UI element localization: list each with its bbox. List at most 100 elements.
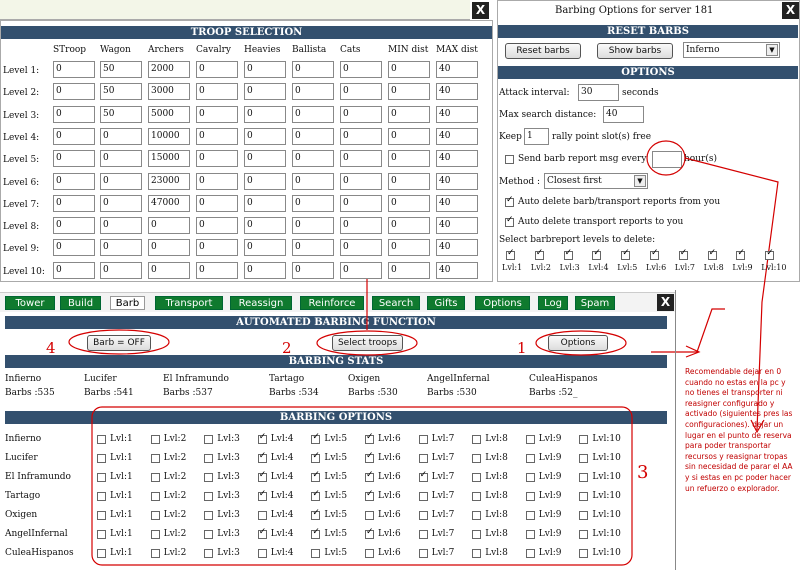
barb-level-checkbox[interactable]	[418, 511, 428, 520]
barb-level-checkbox[interactable]	[472, 473, 482, 482]
barb-level-checkbox[interactable]	[204, 454, 214, 463]
barb-level-checkbox[interactable]	[257, 470, 267, 482]
troop-input[interactable]: 40	[436, 194, 478, 212]
troop-input[interactable]: 0	[244, 172, 286, 190]
tab-reassign[interactable]: Reassign	[230, 296, 292, 310]
troop-input[interactable]: 0	[388, 150, 430, 168]
barb-level-checkbox[interactable]	[579, 492, 589, 501]
barb-level-checkbox[interactable]	[579, 435, 589, 444]
troop-input[interactable]: 0	[196, 61, 238, 78]
barb-level-checkbox[interactable]	[150, 492, 160, 501]
barb-level-checkbox[interactable]	[525, 549, 535, 558]
barb-level-checkbox[interactable]	[418, 549, 428, 558]
barb-level-checkbox[interactable]	[525, 435, 535, 444]
report-level-checkbox[interactable]	[621, 248, 631, 260]
troop-input[interactable]: 50	[100, 83, 142, 101]
barb-level-checkbox[interactable]	[525, 473, 535, 482]
troop-input[interactable]: 3000	[148, 83, 190, 101]
troop-input[interactable]: 0	[244, 261, 286, 279]
troop-input[interactable]: 0	[244, 194, 286, 212]
barb-level-checkbox[interactable]	[204, 530, 214, 539]
tab-options[interactable]: Options	[475, 296, 530, 310]
troop-input[interactable]: 0	[244, 127, 286, 145]
barb-level-checkbox[interactable]	[472, 492, 482, 501]
barb-level-checkbox[interactable]	[472, 549, 482, 558]
troop-input[interactable]: 40	[436, 172, 478, 190]
barb-level-checkbox[interactable]	[204, 549, 214, 558]
troop-input[interactable]: 50	[100, 61, 142, 78]
barb-level-checkbox[interactable]	[97, 473, 106, 482]
troop-input[interactable]: 0	[292, 261, 334, 279]
barb-level-checkbox[interactable]	[472, 530, 482, 539]
troop-input[interactable]: 0	[292, 150, 334, 168]
barb-level-checkbox[interactable]	[150, 511, 160, 520]
troop-input[interactable]: 0	[244, 239, 286, 257]
barb-level-checkbox[interactable]	[365, 470, 374, 482]
troop-input[interactable]: 0	[388, 83, 430, 101]
report-level-checkbox[interactable]	[592, 248, 602, 260]
troop-input[interactable]: 0	[340, 239, 382, 257]
troop-input[interactable]: 40	[436, 150, 478, 168]
troop-input[interactable]: 0	[340, 127, 382, 145]
report-level-checkbox[interactable]	[765, 248, 775, 260]
troop-input[interactable]: 5000	[148, 105, 190, 123]
barb-level-checkbox[interactable]	[257, 549, 267, 558]
tab-transport[interactable]: Transport	[155, 296, 223, 310]
troop-input[interactable]: 0	[340, 61, 382, 78]
troop-input[interactable]: 40	[436, 61, 478, 78]
tab-reinforce[interactable]: Reinforce	[300, 296, 364, 310]
troop-input[interactable]: 0	[148, 239, 190, 257]
troop-input[interactable]: 0	[196, 150, 238, 168]
troop-input[interactable]: 0	[148, 217, 190, 235]
troop-input[interactable]: 0	[53, 172, 95, 190]
barb-level-checkbox[interactable]	[365, 489, 374, 501]
tab-barb[interactable]: Barb	[110, 296, 145, 310]
report-level-checkbox[interactable]	[563, 248, 573, 260]
troop-input[interactable]: 0	[388, 172, 430, 190]
barb-level-checkbox[interactable]	[311, 508, 321, 520]
barb-level-checkbox[interactable]	[365, 527, 374, 539]
troop-input[interactable]: 0	[100, 239, 142, 257]
troop-input[interactable]: 0	[100, 172, 142, 190]
tab-spam[interactable]: Spam	[575, 296, 615, 310]
barb-level-checkbox[interactable]	[204, 473, 214, 482]
tab-gifts[interactable]: Gifts	[427, 296, 465, 310]
barb-level-checkbox[interactable]	[150, 473, 160, 482]
troop-input[interactable]: 0	[340, 172, 382, 190]
troop-input[interactable]: 0	[292, 61, 334, 78]
barb-level-checkbox[interactable]	[311, 451, 321, 463]
barb-level-checkbox[interactable]	[525, 454, 535, 463]
troop-input[interactable]: 0	[340, 105, 382, 123]
barb-level-checkbox[interactable]	[257, 511, 267, 520]
tab-build[interactable]: Build	[60, 296, 101, 310]
tab-log[interactable]: Log	[538, 296, 568, 310]
troop-input[interactable]: 0	[53, 150, 95, 168]
barb-level-checkbox[interactable]	[311, 549, 321, 558]
barb-level-checkbox[interactable]	[579, 511, 589, 520]
troop-input[interactable]: 2000	[148, 61, 190, 78]
barb-level-checkbox[interactable]	[525, 511, 535, 520]
barb-level-checkbox[interactable]	[365, 451, 374, 463]
troop-input[interactable]: 0	[53, 239, 95, 257]
troop-input[interactable]: 15000	[148, 150, 190, 168]
troop-input[interactable]: 0	[388, 261, 430, 279]
tab-tower[interactable]: Tower	[5, 296, 55, 310]
barb-level-checkbox[interactable]	[257, 527, 267, 539]
troop-input[interactable]: 0	[100, 217, 142, 235]
troop-input[interactable]: 0	[100, 150, 142, 168]
barb-level-checkbox[interactable]	[418, 492, 428, 501]
troop-input[interactable]: 0	[340, 217, 382, 235]
troop-input[interactable]: 0	[196, 105, 238, 123]
barb-level-checkbox[interactable]	[418, 470, 428, 482]
barb-level-checkbox[interactable]	[97, 549, 106, 558]
troop-input[interactable]: 0	[388, 127, 430, 145]
troop-input[interactable]: 50	[100, 105, 142, 123]
barb-level-checkbox[interactable]	[204, 492, 214, 501]
troop-input[interactable]: 0	[388, 217, 430, 235]
troop-input[interactable]: 0	[244, 150, 286, 168]
troop-input[interactable]: 40	[436, 105, 478, 123]
troop-input[interactable]: 0	[53, 261, 95, 279]
barb-level-checkbox[interactable]	[204, 511, 214, 520]
barb-level-checkbox[interactable]	[257, 489, 267, 501]
troop-input[interactable]: 40	[436, 239, 478, 257]
